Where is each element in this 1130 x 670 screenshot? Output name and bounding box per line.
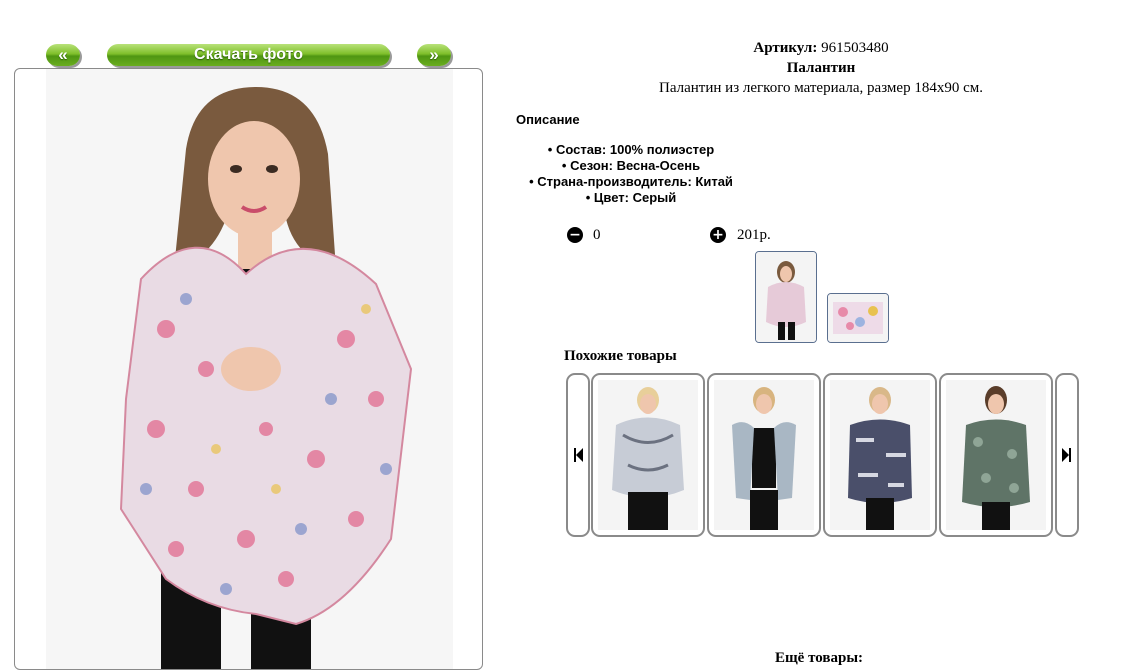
article-value: 961503480	[821, 40, 889, 56]
fabric-thumbnail[interactable]	[827, 293, 889, 343]
skip-back-icon	[574, 448, 583, 462]
product-photo-image	[46, 69, 453, 669]
description-item: Цвет: Серый	[516, 190, 746, 206]
thumbnail-image	[756, 252, 816, 342]
product-name: Палантин	[786, 60, 856, 76]
product-subtitle: Палантин из легкого материала, размер 18…	[659, 80, 983, 96]
carousel-prev-button[interactable]	[566, 373, 590, 537]
similar-product-image	[714, 380, 814, 530]
description-item: Состав: 100% полиэстер	[516, 142, 746, 158]
quantity-value: 0	[593, 227, 601, 243]
main-photo-frame	[14, 68, 483, 670]
article-line: Артикул: 961503480	[516, 40, 1126, 57]
similar-product-image	[598, 380, 698, 530]
similar-product-card[interactable]	[823, 373, 937, 537]
fabric-image	[828, 294, 888, 342]
next-photo-button[interactable]: »	[417, 44, 451, 66]
main-product-photo[interactable]	[46, 69, 453, 669]
similar-product-image	[946, 380, 1046, 530]
price-value: 201р.	[737, 227, 771, 243]
prev-photo-button[interactable]: «	[46, 44, 80, 66]
download-photo-button[interactable]: Скачать фото	[107, 44, 390, 66]
skip-forward-icon	[1062, 448, 1071, 462]
description-item: Страна-производитель: Китай	[516, 174, 746, 190]
similar-product-card[interactable]	[707, 373, 821, 537]
article-label: Артикул:	[753, 40, 818, 56]
description-list: Состав: 100% полиэстер Сезон: Весна-Осен…	[516, 142, 746, 206]
plus-circle-icon[interactable]: +	[710, 227, 726, 243]
description-item: Сезон: Весна-Осень	[516, 158, 746, 174]
description-title: Описание	[516, 112, 580, 127]
similar-product-card[interactable]	[939, 373, 1053, 537]
photo-thumbnail[interactable]	[755, 251, 817, 343]
similar-product-card[interactable]	[591, 373, 705, 537]
minus-circle-icon[interactable]: −	[567, 227, 583, 243]
carousel-next-button[interactable]	[1055, 373, 1079, 537]
similar-product-image	[830, 380, 930, 530]
similar-title: Похожие товары	[564, 348, 677, 364]
